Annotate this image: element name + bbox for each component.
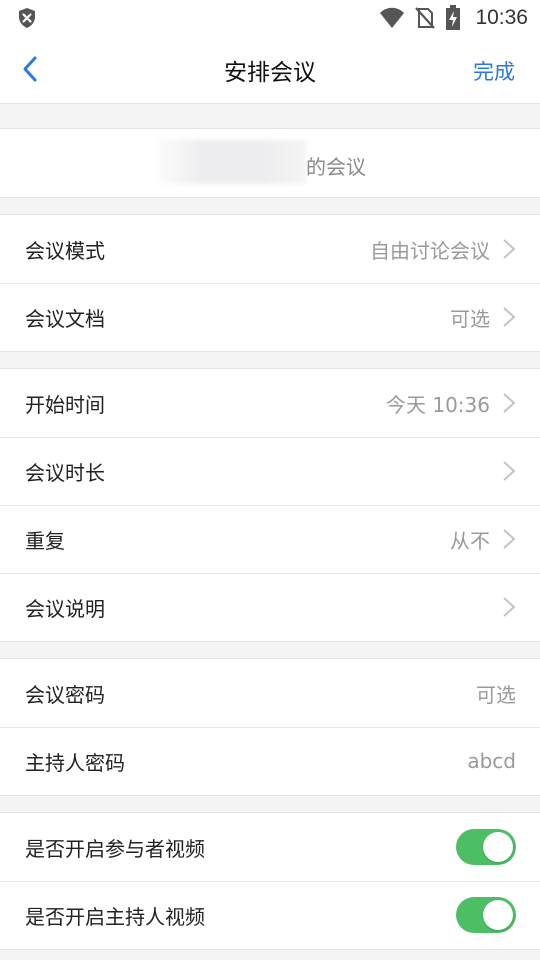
row-value: 可选 bbox=[450, 306, 490, 331]
row-label: 主持人密码 bbox=[25, 750, 125, 775]
row-label: 是否开启参与者视频 bbox=[25, 836, 205, 861]
chevron-right-icon bbox=[503, 529, 516, 549]
meeting-topic-field[interactable]: 的会议 bbox=[0, 129, 540, 197]
row-meeting-password[interactable]: 会议密码 可选 bbox=[0, 659, 540, 727]
password-section: 会议密码 可选 主持人密码 abcd bbox=[0, 658, 540, 796]
row-label: 会议说明 bbox=[25, 596, 105, 621]
row-duration[interactable]: 会议时长 bbox=[0, 437, 540, 505]
status-time: 10:36 bbox=[475, 6, 528, 29]
topic-name-redacted bbox=[158, 140, 306, 184]
row-start-time[interactable]: 开始时间 今天 10:36 bbox=[0, 369, 540, 437]
host-password-input[interactable]: abcd bbox=[467, 749, 516, 773]
row-value: 从不 bbox=[450, 528, 490, 553]
nav-bar: 安排会议 完成 bbox=[0, 36, 540, 104]
row-host-video: 是否开启主持人视频 bbox=[0, 881, 540, 949]
status-bar: 10:36 bbox=[0, 0, 540, 36]
toggle-knob bbox=[483, 900, 513, 930]
topic-section: 的会议 bbox=[0, 128, 540, 198]
row-label: 会议模式 bbox=[25, 238, 105, 263]
row-host-password[interactable]: 主持人密码 abcd bbox=[0, 727, 540, 795]
row-label: 会议密码 bbox=[25, 682, 105, 707]
row-repeat[interactable]: 重复 从不 bbox=[0, 505, 540, 573]
row-description[interactable]: 会议说明 bbox=[0, 573, 540, 641]
chevron-right-icon bbox=[503, 461, 516, 481]
row-label: 是否开启主持人视频 bbox=[25, 904, 205, 929]
row-meeting-documents[interactable]: 会议文档 可选 bbox=[0, 283, 540, 351]
row-participant-video: 是否开启参与者视频 bbox=[0, 813, 540, 881]
chevron-right-icon bbox=[503, 239, 516, 259]
row-value: 自由讨论会议 bbox=[370, 238, 490, 263]
participant-video-toggle[interactable] bbox=[456, 829, 516, 865]
row-value: 今天 10:36 bbox=[386, 392, 490, 417]
row-label: 会议时长 bbox=[25, 460, 105, 485]
schedule-section: 开始时间 今天 10:36 会议时长 重复 从不 会议说明 bbox=[0, 368, 540, 642]
video-section: 是否开启参与者视频 是否开启主持人视频 bbox=[0, 812, 540, 950]
mode-section: 会议模式 自由讨论会议 会议文档 可选 bbox=[0, 214, 540, 352]
topic-suffix: 的会议 bbox=[306, 155, 366, 179]
page-title: 安排会议 bbox=[224, 59, 316, 86]
host-video-toggle[interactable] bbox=[456, 897, 516, 933]
battery-charging-icon bbox=[446, 5, 461, 30]
chevron-right-icon bbox=[503, 393, 516, 413]
wifi-icon bbox=[380, 7, 405, 28]
row-label: 重复 bbox=[25, 528, 65, 553]
row-label: 会议文档 bbox=[25, 306, 105, 331]
back-button[interactable] bbox=[16, 54, 46, 84]
row-meeting-mode[interactable]: 会议模式 自由讨论会议 bbox=[0, 215, 540, 283]
done-button[interactable]: 完成 bbox=[473, 56, 515, 86]
no-sim-icon bbox=[415, 7, 436, 29]
shield-x-icon bbox=[19, 8, 35, 28]
chevron-right-icon bbox=[503, 597, 516, 617]
row-label: 开始时间 bbox=[25, 392, 105, 417]
toggle-knob bbox=[483, 832, 513, 862]
meeting-password-input[interactable]: 可选 bbox=[476, 679, 516, 708]
chevron-right-icon bbox=[503, 307, 516, 327]
